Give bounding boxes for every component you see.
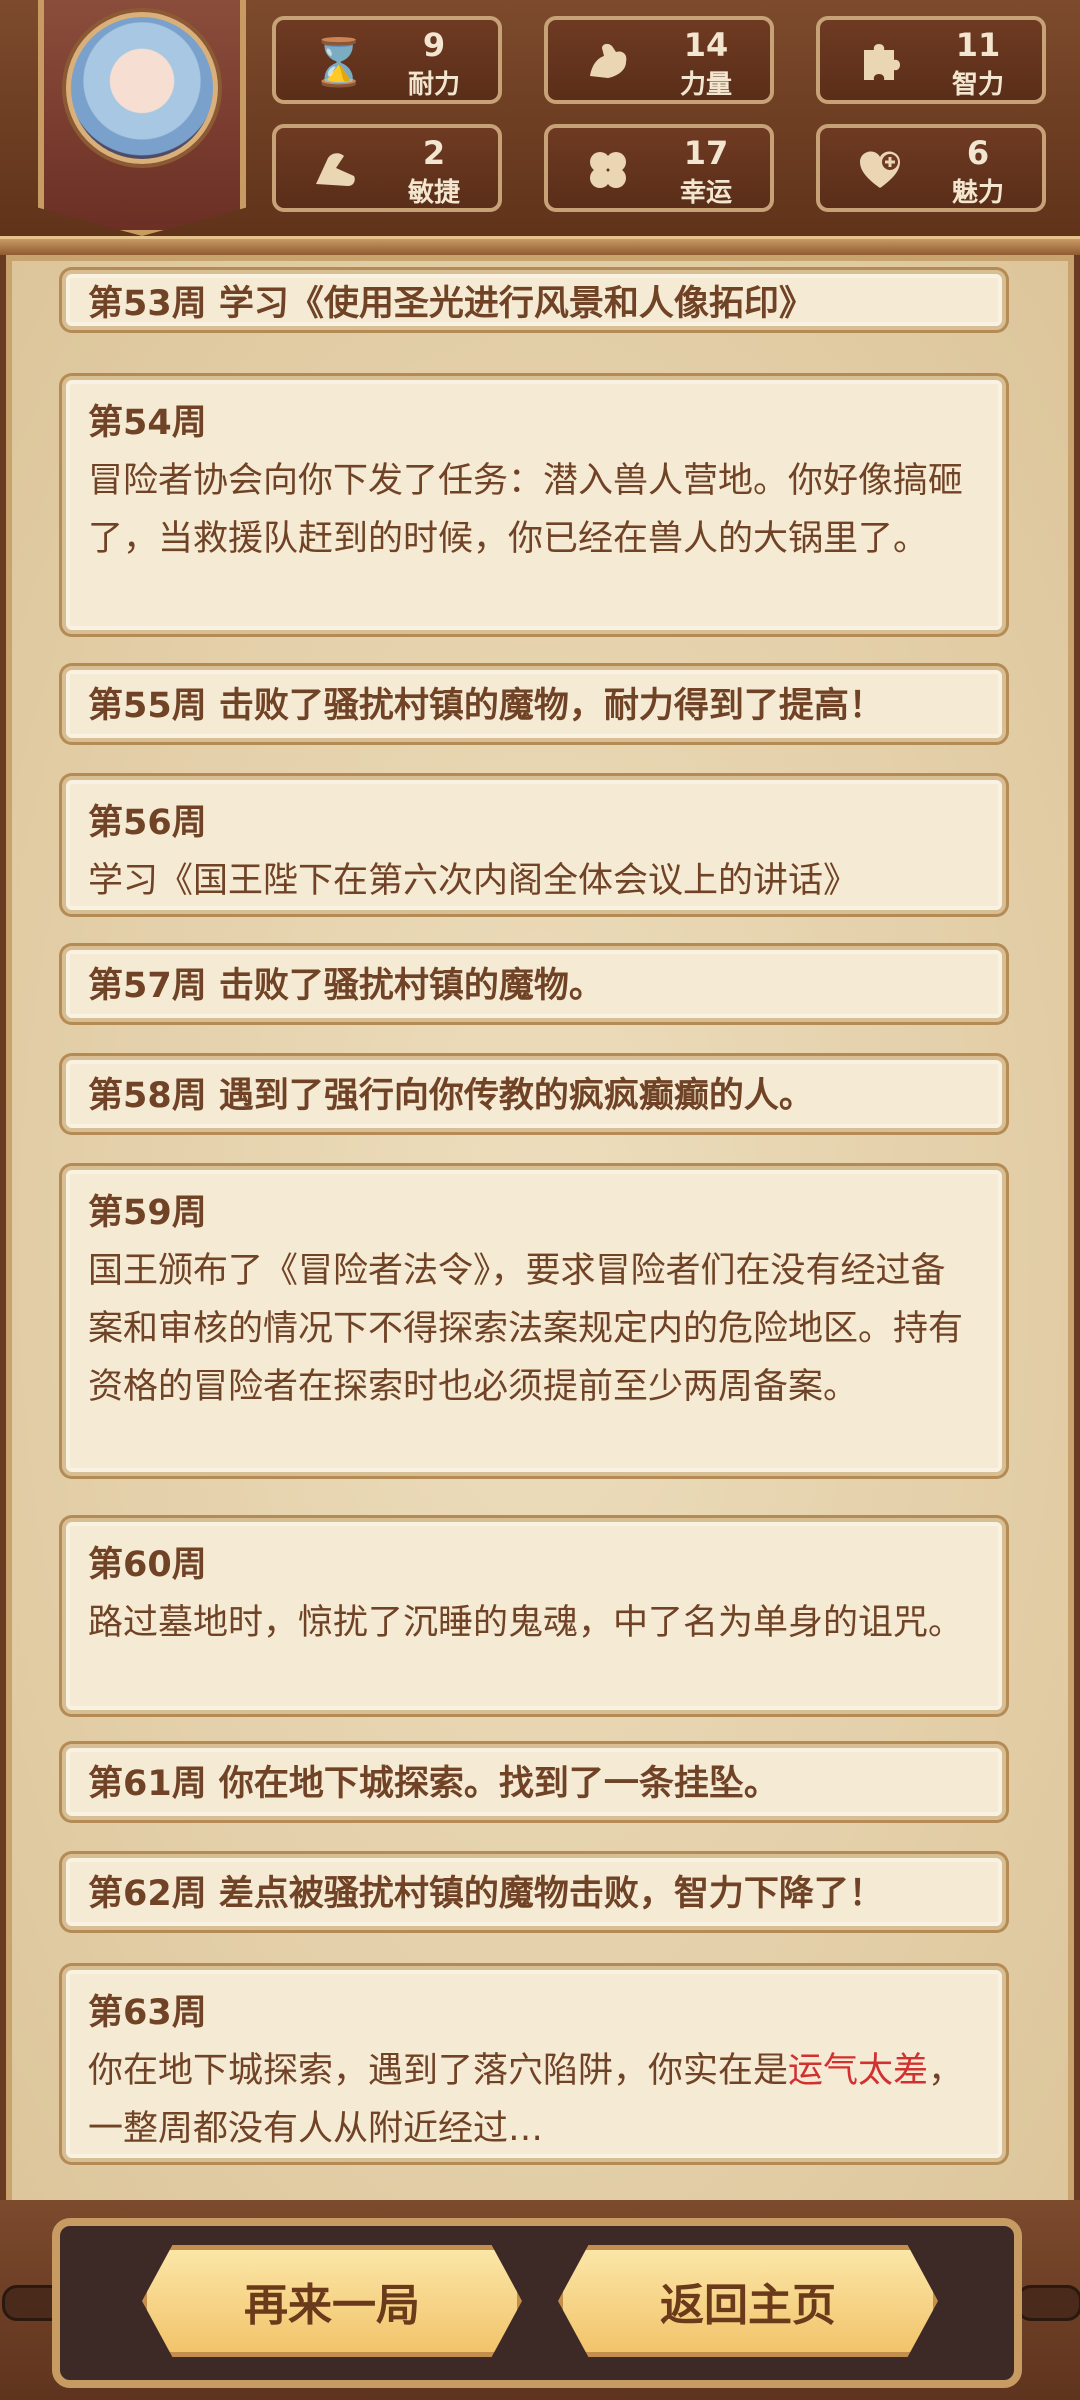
play-again-label: 再来一局 bbox=[244, 2280, 420, 2331]
log-entry-59: 第59周 国王颁布了《冒险者法令》，要求冒险者们在没有经过备案和审核的情况下不得… bbox=[62, 1166, 1006, 1476]
log-text: 第58周 遇到了强行向你传教的疯疯癫癫的人。 bbox=[88, 1076, 814, 1116]
log-text: 国王颁布了《冒险者法令》，要求冒险者们在没有经过备案和审核的情况下不得探索法案规… bbox=[88, 1251, 964, 1407]
header-rim bbox=[0, 236, 1080, 255]
log-week: 第63周 bbox=[88, 1993, 207, 2033]
clover-icon bbox=[582, 144, 634, 196]
return-home-button[interactable]: 返回主页 bbox=[558, 2245, 938, 2357]
stat-agility: 2 敏捷 bbox=[272, 124, 502, 212]
stat-label: 耐力 bbox=[407, 70, 460, 100]
log-text: 学习《国王陛下在第六次内阁全体会议上的讲话》 bbox=[88, 861, 859, 901]
log-week: 第56周 bbox=[88, 803, 207, 843]
stat-label: 力量 bbox=[679, 70, 732, 100]
stat-stamina: ⌛ 9 耐力 bbox=[272, 16, 502, 104]
stat-value: 11 bbox=[955, 26, 1001, 64]
log-entry-56: 第56周 学习《国王陛下在第六次内阁全体会议上的讲话》 bbox=[62, 776, 1006, 914]
stat-value: 2 bbox=[422, 134, 446, 172]
stat-value: 14 bbox=[683, 26, 729, 64]
return-home-label: 返回主页 bbox=[660, 2280, 836, 2331]
log-entry-55: 第55周 击败了骚扰村镇的魔物，耐力得到了提高！ bbox=[62, 666, 1006, 742]
stat-luck: 17 幸运 bbox=[544, 124, 774, 212]
stat-strength: 14 力量 bbox=[544, 16, 774, 104]
play-again-button[interactable]: 再来一局 bbox=[142, 2245, 522, 2357]
log-text: 第55周 击败了骚扰村镇的魔物，耐力得到了提高！ bbox=[88, 686, 884, 726]
boot-icon bbox=[310, 144, 362, 196]
log-entry-63: 第63周 你在地下城探索，遇到了落穴陷阱，你实在是运气太差，一整周都没有人从附近… bbox=[62, 1966, 1006, 2162]
log-entry-54: 第54周 冒险者协会向你下发了任务：潜入兽人营地。你好像搞砸了，当救援队赶到的时… bbox=[62, 376, 1006, 634]
stat-label: 敏捷 bbox=[407, 178, 460, 208]
log-entry-62: 第62周 差点被骚扰村镇的魔物击败，智力下降了！ bbox=[62, 1854, 1006, 1930]
log-entry-58: 第58周 遇到了强行向你传教的疯疯癫癫的人。 bbox=[62, 1056, 1006, 1132]
hourglass-icon: ⌛ bbox=[310, 35, 368, 89]
log-entry-60: 第60周 路过墓地时，惊扰了沉睡的鬼魂，中了名为单身的诅咒。 bbox=[62, 1518, 1006, 1714]
avatar bbox=[66, 12, 218, 164]
stat-label: 幸运 bbox=[679, 178, 732, 208]
event-log[interactable]: 第53周 学习《使用圣光进行风景和人像拓印》 第54周 冒险者协会向你下发了任务… bbox=[62, 270, 1006, 2170]
log-week: 第59周 bbox=[88, 1193, 207, 1233]
character-portrait[interactable] bbox=[38, 0, 246, 236]
log-entry-61: 第61周 你在地下城探索。找到了一条挂坠。 bbox=[62, 1744, 1006, 1820]
log-text: 路过墓地时，惊扰了沉睡的鬼魂，中了名为单身的诅咒。 bbox=[88, 1603, 964, 1643]
stat-value: 6 bbox=[966, 134, 990, 172]
heart-plus-icon bbox=[854, 144, 906, 196]
muscle-icon bbox=[582, 36, 634, 88]
log-text: 第53周 学习《使用圣光进行风景和人像拓印》 bbox=[88, 284, 814, 324]
stat-charm: 6 魅力 bbox=[816, 124, 1046, 212]
stat-value: 17 bbox=[683, 134, 729, 172]
log-text: 第62周 差点被骚扰村镇的魔物击败，智力下降了！ bbox=[88, 1874, 884, 1914]
log-text: 第61周 你在地下城探索。找到了一条挂坠。 bbox=[88, 1764, 779, 1804]
rope-decoration bbox=[1016, 2285, 1080, 2321]
log-week: 第60周 bbox=[88, 1545, 207, 1585]
log-week: 第54周 bbox=[88, 403, 207, 443]
stat-label: 智力 bbox=[951, 70, 1004, 100]
highlight-text: 运气太差 bbox=[788, 2051, 929, 2091]
log-text: 你在地下城探索，遇到了落穴陷阱，你实在是 bbox=[88, 2051, 789, 2091]
log-entry-53: 第53周 学习《使用圣光进行风景和人像拓印》 bbox=[62, 270, 1006, 330]
log-text: 第57周 击败了骚扰村镇的魔物。 bbox=[88, 966, 604, 1006]
puzzle-icon bbox=[854, 36, 906, 88]
stat-value: 9 bbox=[422, 26, 446, 64]
log-text: 冒险者协会向你下发了任务：潜入兽人营地。你好像搞砸了，当救援队赶到的时候，你已经… bbox=[88, 461, 964, 559]
stat-intelligence: 11 智力 bbox=[816, 16, 1046, 104]
log-entry-57: 第57周 击败了骚扰村镇的魔物。 bbox=[62, 946, 1006, 1022]
stat-label: 魅力 bbox=[951, 178, 1004, 208]
